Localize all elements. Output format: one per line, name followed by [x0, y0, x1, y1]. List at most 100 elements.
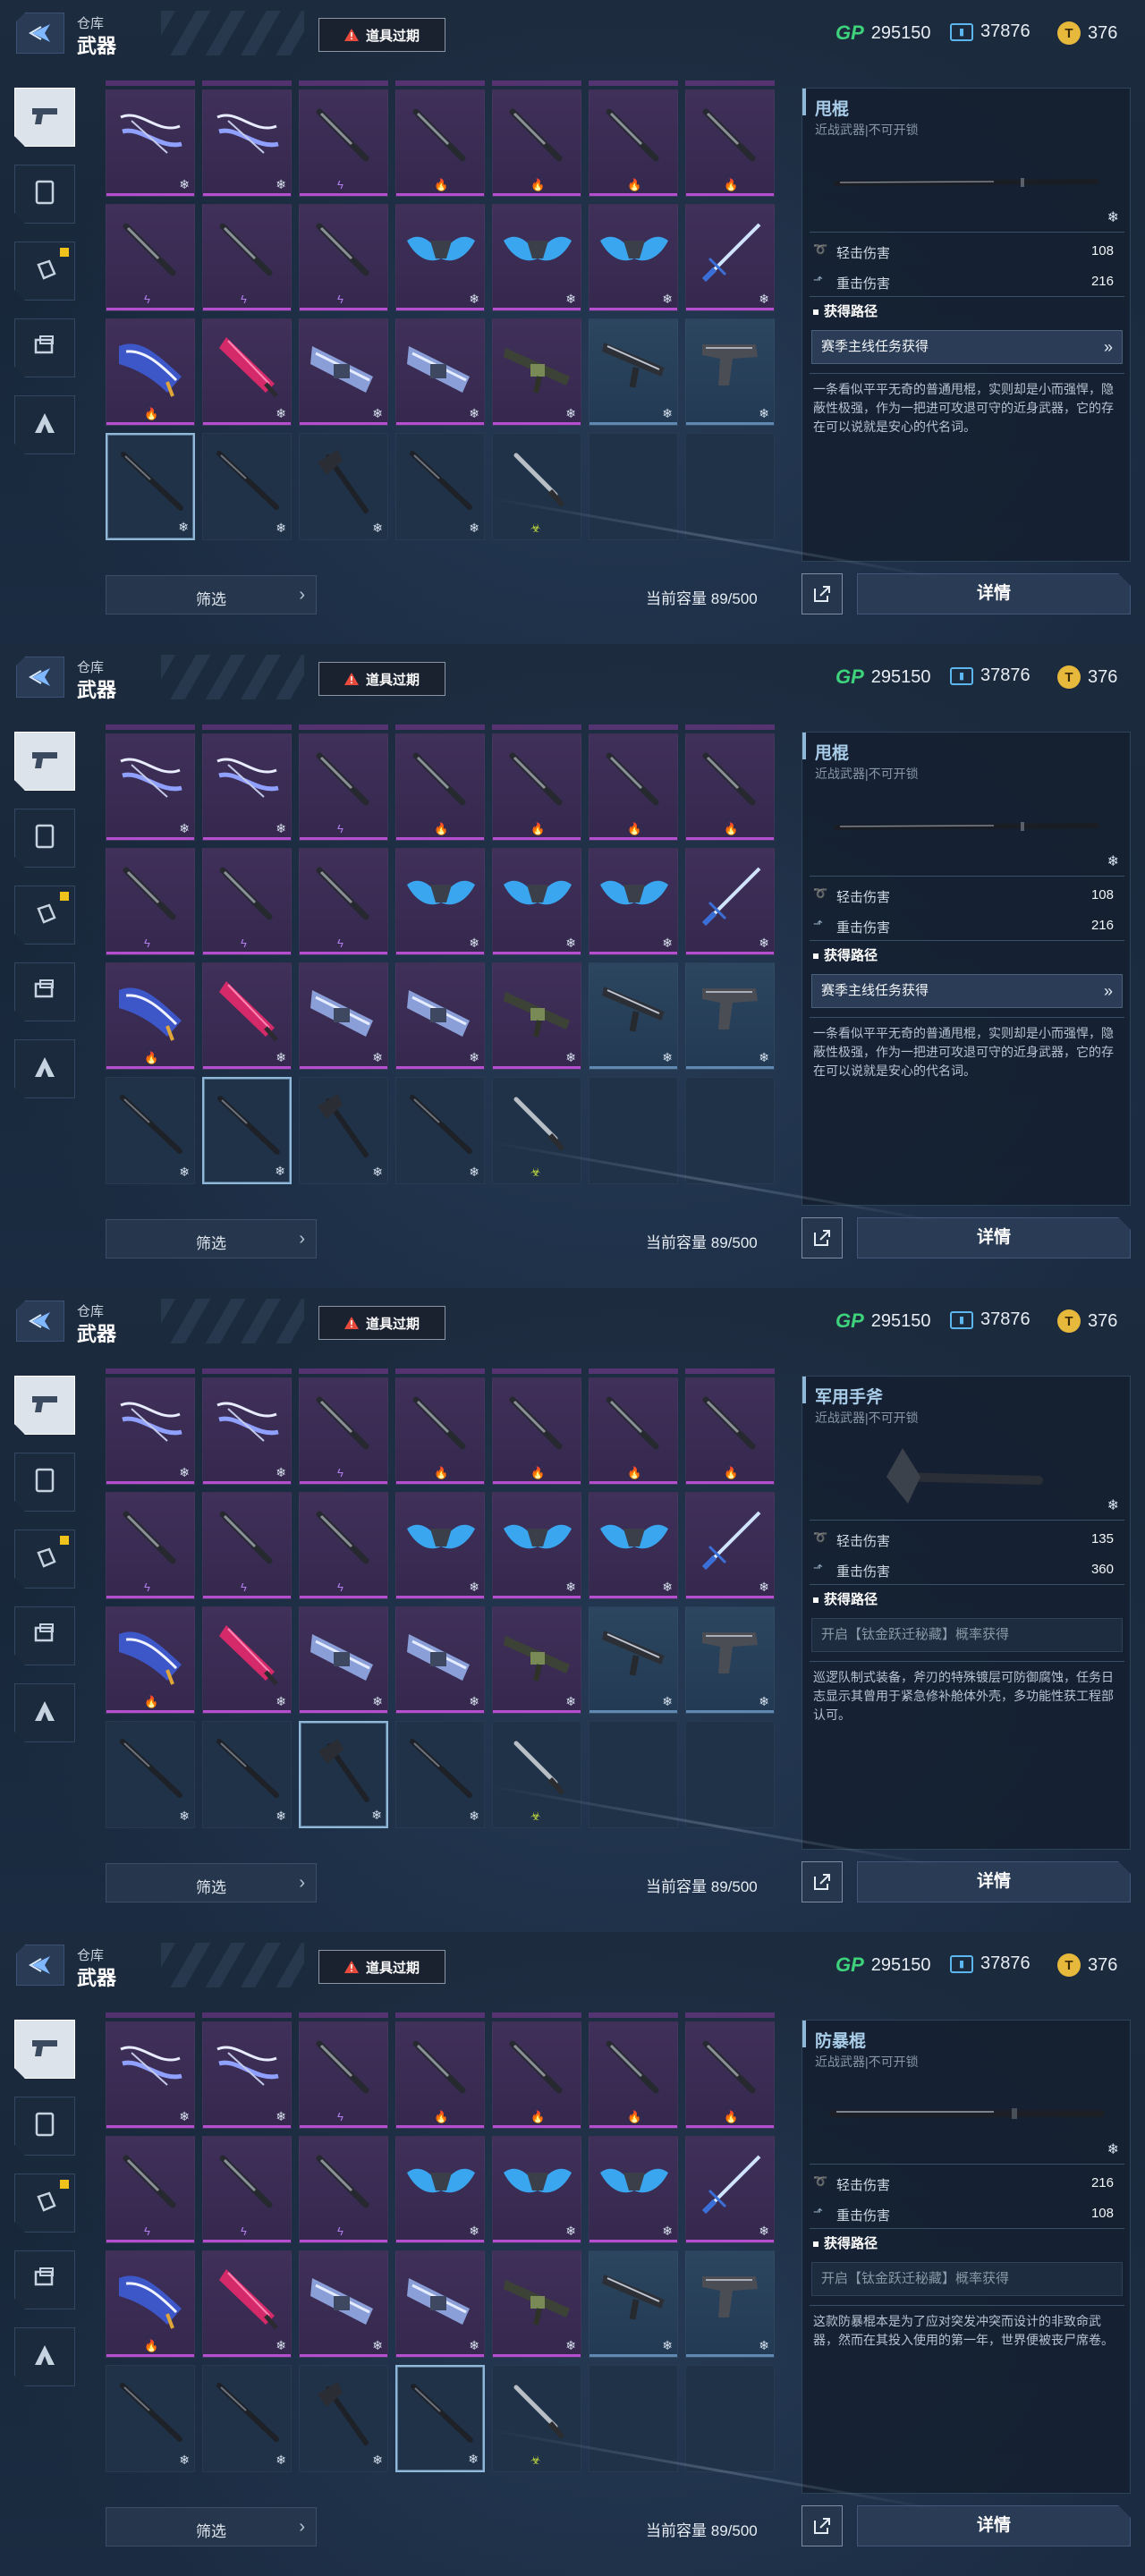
category-tab[interactable]: [14, 1530, 75, 1589]
weapon-slot[interactable]: ❄: [395, 1721, 485, 1828]
category-tab[interactable]: [14, 2250, 75, 2309]
weapon-slot[interactable]: ❄: [395, 433, 485, 540]
back-button[interactable]: [16, 657, 64, 698]
details-button[interactable]: 详情: [857, 1861, 1131, 1902]
weapon-slot[interactable]: ❄: [492, 204, 581, 311]
weapon-slot[interactable]: 🔥: [106, 2250, 195, 2358]
filter-button[interactable]: 筛选 ›: [106, 1219, 317, 1258]
category-tab[interactable]: [14, 886, 75, 945]
category-tab[interactable]: [14, 1453, 75, 1512]
weapon-slot[interactable]: ❄: [202, 1721, 292, 1828]
category-tab[interactable]: [14, 1606, 75, 1665]
weapon-slot[interactable]: ❄: [685, 1606, 775, 1714]
category-tab[interactable]: [14, 242, 75, 301]
weapon-slot[interactable]: 🔥: [395, 733, 485, 841]
empty-slot[interactable]: [685, 2365, 775, 2472]
weapon-slot[interactable]: ❄: [395, 962, 485, 1070]
weapon-slot[interactable]: ❄: [202, 1077, 292, 1184]
weapon-slot[interactable]: 🔥: [395, 1377, 485, 1485]
weapon-slot[interactable]: ❄: [395, 2365, 485, 2472]
empty-slot[interactable]: [589, 1077, 678, 1184]
weapon-slot[interactable]: ❄: [106, 1377, 195, 1485]
weapon-slot[interactable]: ❄: [106, 733, 195, 841]
weapon-slot[interactable]: 🔥: [492, 1377, 581, 1485]
weapon-slot[interactable]: ☣: [492, 1077, 581, 1184]
weapon-slot[interactable]: ϟ: [299, 204, 388, 311]
acquire-source-button[interactable]: 赛季主线任务获得 »: [811, 974, 1123, 1008]
weapon-slot[interactable]: ❄: [589, 318, 678, 426]
weapon-slot[interactable]: ❄: [299, 318, 388, 426]
weapon-slot[interactable]: ❄: [202, 1606, 292, 1714]
category-tab[interactable]: [14, 1039, 75, 1098]
weapon-slot[interactable]: ϟ: [299, 2136, 388, 2243]
weapon-slot[interactable]: ❄: [589, 962, 678, 1070]
weapon-slot[interactable]: 🔥: [106, 1606, 195, 1714]
weapon-slot[interactable]: ❄: [395, 2250, 485, 2358]
weapon-slot[interactable]: 🔥: [106, 962, 195, 1070]
share-button[interactable]: [802, 573, 843, 614]
weapon-slot[interactable]: ϟ: [202, 848, 292, 955]
weapon-slot[interactable]: 🔥: [589, 2021, 678, 2129]
weapon-slot[interactable]: ❄: [202, 433, 292, 540]
weapon-slot[interactable]: ❄: [685, 962, 775, 1070]
acquire-source-button[interactable]: 赛季主线任务获得 »: [811, 330, 1123, 364]
weapon-slot[interactable]: ❄: [395, 1077, 485, 1184]
empty-slot[interactable]: [685, 433, 775, 540]
weapon-slot[interactable]: ❄: [492, 318, 581, 426]
category-tab[interactable]: [14, 2174, 75, 2233]
category-tab[interactable]: [14, 2020, 75, 2079]
weapon-slot[interactable]: ❄: [589, 2250, 678, 2358]
details-button[interactable]: 详情: [857, 2505, 1131, 2546]
filter-button[interactable]: 筛选 ›: [106, 2507, 317, 2546]
weapon-slot[interactable]: ❄: [106, 89, 195, 197]
back-button[interactable]: [16, 1301, 64, 1342]
weapon-slot[interactable]: ❄: [106, 433, 195, 540]
weapon-slot[interactable]: ❄: [299, 2365, 388, 2472]
weapon-slot[interactable]: ❄: [589, 2136, 678, 2243]
weapon-slot[interactable]: ϟ: [106, 2136, 195, 2243]
weapon-slot[interactable]: ❄: [395, 318, 485, 426]
expired-items-button[interactable]: 道具过期: [318, 662, 445, 696]
weapon-slot[interactable]: ❄: [685, 2250, 775, 2358]
weapon-slot[interactable]: ϟ: [299, 733, 388, 841]
weapon-slot[interactable]: ❄: [202, 2021, 292, 2129]
category-tab[interactable]: [14, 962, 75, 1021]
category-tab[interactable]: [14, 165, 75, 224]
empty-slot[interactable]: [685, 1721, 775, 1828]
weapon-slot[interactable]: ❄: [299, 2250, 388, 2358]
weapon-slot[interactable]: ❄: [395, 1492, 485, 1599]
weapon-slot[interactable]: ❄: [685, 318, 775, 426]
category-tab[interactable]: [14, 318, 75, 377]
weapon-slot[interactable]: 🔥: [685, 1377, 775, 1485]
weapon-slot[interactable]: ❄: [492, 848, 581, 955]
weapon-slot[interactable]: ❄: [492, 2250, 581, 2358]
weapon-slot[interactable]: ❄: [395, 1606, 485, 1714]
weapon-slot[interactable]: ❄: [589, 204, 678, 311]
weapon-slot[interactable]: ❄: [685, 2136, 775, 2243]
details-button[interactable]: 详情: [857, 1217, 1131, 1258]
expired-items-button[interactable]: 道具过期: [318, 18, 445, 52]
weapon-slot[interactable]: ❄: [299, 962, 388, 1070]
weapon-slot[interactable]: ❄: [589, 1606, 678, 1714]
weapon-slot[interactable]: 🔥: [492, 89, 581, 197]
weapon-slot[interactable]: ❄: [492, 1492, 581, 1599]
weapon-slot[interactable]: ❄: [106, 1077, 195, 1184]
weapon-slot[interactable]: ϟ: [202, 204, 292, 311]
acquire-source-button[interactable]: 开启【钛金跃迁秘藏】概率获得: [811, 1618, 1123, 1652]
weapon-slot[interactable]: 🔥: [589, 89, 678, 197]
weapon-slot[interactable]: 🔥: [395, 2021, 485, 2129]
weapon-slot[interactable]: ❄: [202, 318, 292, 426]
weapon-slot[interactable]: ϟ: [106, 204, 195, 311]
weapon-slot[interactable]: ❄: [299, 433, 388, 540]
weapon-slot[interactable]: ❄: [492, 2136, 581, 2243]
weapon-slot[interactable]: 🔥: [106, 318, 195, 426]
category-tab[interactable]: [14, 1376, 75, 1435]
share-button[interactable]: [802, 1217, 843, 1258]
weapon-slot[interactable]: ❄: [299, 1721, 388, 1828]
filter-button[interactable]: 筛选 ›: [106, 575, 317, 614]
weapon-slot[interactable]: ❄: [589, 1492, 678, 1599]
weapon-slot[interactable]: ❄: [492, 962, 581, 1070]
empty-slot[interactable]: [589, 2365, 678, 2472]
weapon-slot[interactable]: 🔥: [492, 733, 581, 841]
category-tab[interactable]: [14, 2097, 75, 2156]
